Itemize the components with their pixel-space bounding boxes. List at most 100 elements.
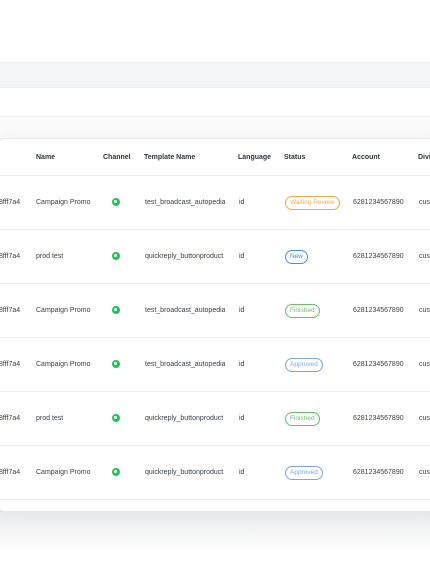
status-badge: Finished (285, 303, 320, 318)
column-header-division[interactable]: Divi (418, 139, 430, 176)
row-id-text: 8fff7a4 (0, 469, 21, 476)
row-account: 6281234567890 (352, 337, 418, 392)
row-name-text: Campaign Promo (36, 469, 91, 476)
row-language: id (238, 391, 284, 446)
column-header-template-name[interactable]: Template Name (144, 139, 238, 176)
row-id: 8fff7a4 (0, 445, 36, 500)
whatsapp-icon (112, 305, 120, 314)
row-language-text: id (239, 469, 245, 476)
row-account-text: 6281234567890 (353, 415, 404, 422)
row-division-text: cus (419, 253, 430, 260)
row-status: New (284, 229, 352, 284)
whatsapp-icon (112, 467, 120, 476)
row-language-text: id (239, 307, 245, 314)
row-division: cus (418, 445, 430, 500)
row-name: prod test (36, 391, 103, 446)
table-row[interactable]: 8fff7a4 Campaign Promo quickreply_buttonpr… (0, 445, 430, 500)
column-header-account[interactable]: Account (352, 139, 418, 176)
row-channel (103, 445, 144, 500)
row-channel (103, 229, 144, 284)
table-row[interactable]: 8fff7a4 prod test quickreply_buttonproduct… (0, 229, 430, 284)
toolbar-strip (0, 62, 430, 88)
row-status: Finished (284, 283, 352, 338)
row-template-name: test_broadcast_autopedia (144, 337, 238, 392)
row-account: 6281234567890 (352, 445, 418, 500)
row-language: id (238, 283, 284, 338)
row-name: Campaign Promo (36, 283, 103, 338)
column-header-id[interactable] (0, 139, 36, 176)
whatsapp-icon (112, 359, 120, 368)
column-header-language[interactable]: Language (238, 139, 284, 176)
row-division: cus (418, 391, 430, 446)
row-template-name: quickreply_buttonproduct (144, 391, 238, 446)
row-id: 8fff7a4 (0, 391, 36, 446)
row-name-text: Campaign Promo (36, 361, 91, 368)
row-template-name: quickreply_buttonproduct (144, 445, 238, 500)
row-account: 6281234567890 (352, 391, 418, 446)
row-name-text: prod test (36, 253, 64, 260)
row-channel (103, 283, 144, 338)
row-division-text: cus (419, 415, 430, 422)
row-template-name: test_broadcast_autopedia (144, 175, 238, 230)
row-name: Campaign Promo (36, 175, 103, 230)
row-status: Approved (284, 445, 352, 500)
row-division-text: cus (419, 469, 430, 476)
status-badge: Approved (285, 465, 323, 480)
row-channel (103, 391, 144, 446)
whatsapp-icon (112, 413, 120, 422)
row-account: 6281234567890 (352, 229, 418, 284)
filter-strip (0, 116, 430, 137)
status-badge: Waiting Review (285, 195, 340, 210)
row-language: id (238, 337, 284, 392)
status-badge: Approved (285, 357, 323, 372)
broadcast-table: Name Channel Template Name Language Stat… (0, 139, 430, 500)
row-name-text: Campaign Promo (36, 199, 91, 206)
row-id-text: 8fff7a4 (0, 415, 21, 422)
whatsapp-icon (112, 197, 120, 206)
row-template-name: quickreply_buttonproduct (144, 229, 238, 284)
bottom-shadow (0, 512, 430, 552)
row-template-name-text: quickreply_buttonproduct (145, 469, 224, 476)
row-template-name-text: test_broadcast_autopedia (145, 307, 226, 314)
row-template-name-text: test_broadcast_autopedia (145, 199, 226, 206)
row-channel (103, 175, 144, 230)
row-division: cus (418, 337, 430, 392)
whatsapp-icon (112, 251, 120, 260)
row-division: cus (418, 283, 430, 338)
table-row[interactable]: 8fff7a4 Campaign Promo test_broadcast_auto… (0, 175, 430, 230)
row-id-text: 8fff7a4 (0, 307, 21, 314)
row-division: cus (418, 175, 430, 230)
row-name: Campaign Promo (36, 445, 103, 500)
row-account-text: 6281234567890 (353, 469, 404, 476)
column-header-channel[interactable]: Channel (103, 139, 144, 176)
row-language: id (238, 229, 284, 284)
row-status: Waiting Review (284, 175, 352, 230)
row-account-text: 6281234567890 (353, 199, 404, 206)
row-division: cus (418, 229, 430, 284)
row-account-text: 6281234567890 (353, 307, 404, 314)
table-row[interactable]: 8fff7a4 Campaign Promo test_broadcast_auto… (0, 337, 430, 392)
row-language: id (238, 175, 284, 230)
status-badge: New (285, 249, 309, 264)
table-row[interactable]: 8fff7a4 Campaign Promo test_broadcast_auto… (0, 283, 430, 338)
column-header-name[interactable]: Name (36, 139, 103, 176)
row-language-text: id (239, 253, 245, 260)
broadcast-table-card: Name Channel Template Name Language Stat… (0, 138, 430, 512)
row-language: id (238, 445, 284, 500)
row-language-text: id (239, 199, 245, 206)
row-id-text: 8fff7a4 (0, 361, 21, 368)
column-header-status[interactable]: Status (284, 139, 352, 176)
row-channel (103, 337, 144, 392)
row-division-text: cus (419, 307, 430, 314)
row-language-text: id (239, 361, 245, 368)
row-name-text: Campaign Promo (36, 307, 91, 314)
row-division-text: cus (419, 199, 430, 206)
table-row[interactable]: 8fff7a4 prod test quickreply_buttonproduct… (0, 391, 430, 446)
row-id-text: 8fff7a4 (0, 253, 21, 260)
row-id-text: 8fff7a4 (0, 199, 21, 206)
row-status: Approved (284, 337, 352, 392)
row-id: 8fff7a4 (0, 175, 36, 230)
row-id: 8fff7a4 (0, 229, 36, 284)
table-header-row: Name Channel Template Name Language Stat… (0, 139, 430, 176)
row-account: 6281234567890 (352, 175, 418, 230)
